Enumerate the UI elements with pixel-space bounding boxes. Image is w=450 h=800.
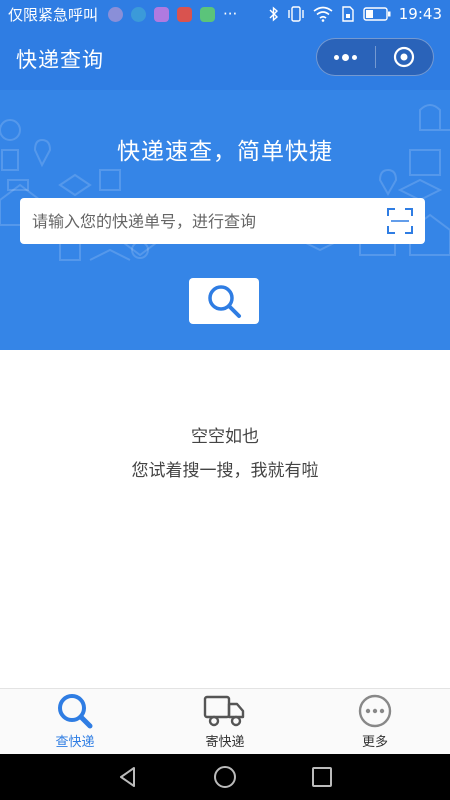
hero-slogan: 快递速查，简单快捷 bbox=[117, 139, 333, 165]
carrier-text: 仅限紧急呼叫 bbox=[8, 5, 99, 24]
scan-icon bbox=[387, 208, 413, 234]
game-app-icon bbox=[200, 6, 216, 22]
notification-icons: ··· bbox=[108, 5, 237, 23]
search-icon bbox=[58, 694, 93, 729]
gallery-app-icon bbox=[154, 6, 170, 22]
home-button[interactable] bbox=[205, 757, 245, 797]
target-close-icon bbox=[394, 46, 415, 68]
sim-icon bbox=[341, 6, 355, 22]
tracking-number-input[interactable] bbox=[32, 198, 375, 244]
search-button[interactable] bbox=[189, 278, 259, 324]
app-header: 快递查询 bbox=[0, 28, 450, 90]
tab-label: 查快递 bbox=[55, 735, 95, 750]
close-miniprogram-button[interactable] bbox=[375, 39, 433, 75]
wifi-icon bbox=[313, 6, 333, 22]
system-nav-bar bbox=[0, 754, 450, 800]
tab-more[interactable]: 更多 bbox=[300, 689, 450, 754]
more-icon bbox=[358, 694, 392, 728]
tab-query-express[interactable]: 查快递 bbox=[0, 689, 150, 754]
battery-icon bbox=[363, 7, 391, 21]
tab-send-express[interactable]: 寄快递 bbox=[150, 689, 300, 754]
recents-square-icon bbox=[311, 767, 332, 787]
shield-app-icon bbox=[108, 6, 124, 22]
empty-state-title: 空空如也 bbox=[191, 427, 259, 447]
tab-label: 更多 bbox=[361, 735, 388, 750]
security-app-icon bbox=[177, 6, 193, 22]
empty-state-subtitle: 您试着搜一搜，我就有啦 bbox=[131, 461, 319, 481]
back-button[interactable] bbox=[108, 757, 148, 797]
more-menu-button[interactable] bbox=[317, 39, 375, 75]
browser-app-icon bbox=[131, 6, 147, 22]
vibrate-icon bbox=[287, 6, 305, 22]
page-title: 快递查询 bbox=[16, 48, 104, 72]
search-icon bbox=[208, 285, 241, 318]
truck-icon bbox=[203, 695, 245, 727]
status-bar: 仅限紧急呼叫 ··· 19:43 bbox=[0, 0, 450, 28]
miniprogram-capsule bbox=[316, 38, 434, 76]
more-dots-icon bbox=[334, 53, 358, 61]
bluetooth-icon bbox=[269, 6, 279, 22]
tracking-search-box bbox=[20, 198, 425, 244]
tab-label: 寄快递 bbox=[205, 735, 245, 750]
hero-banner: 快递速查，简单快捷 bbox=[0, 90, 450, 350]
more-notifications-text: ··· bbox=[223, 5, 238, 23]
bottom-tab-bar: 查快递 寄快递 更多 bbox=[0, 688, 450, 754]
clock-text: 19:43 bbox=[398, 5, 442, 23]
home-circle-icon bbox=[213, 766, 236, 788]
recents-button[interactable] bbox=[302, 757, 342, 797]
back-triangle-icon bbox=[120, 767, 136, 787]
scan-button[interactable] bbox=[375, 198, 425, 244]
